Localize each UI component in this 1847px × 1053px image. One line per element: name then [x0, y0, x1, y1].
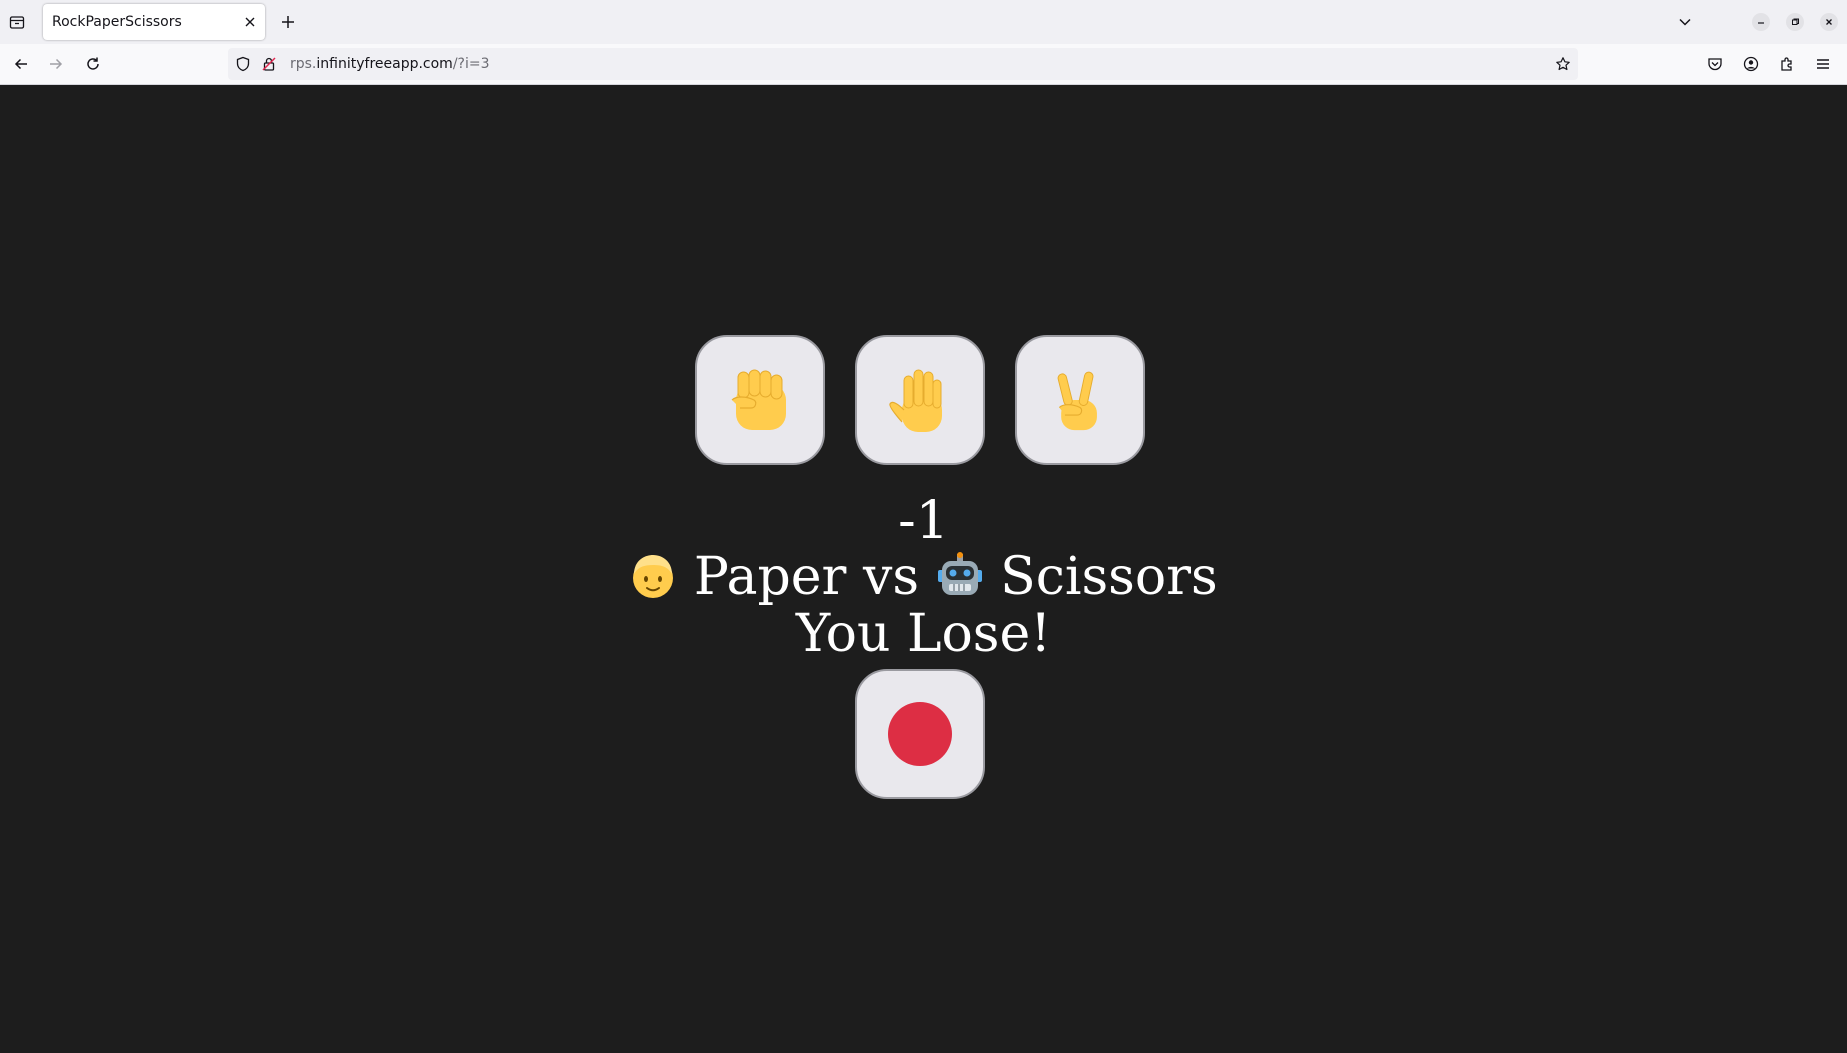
computer-choice: Scissors	[1000, 547, 1218, 607]
result-text: You Lose!	[795, 604, 1052, 664]
minimize-icon[interactable]	[1749, 10, 1773, 34]
insecure-lock-icon[interactable]	[260, 55, 278, 73]
active-tab[interactable]: RockPaperScissors	[43, 4, 265, 40]
player-choice: Paper	[693, 547, 847, 607]
rock-button[interactable]	[695, 335, 825, 465]
tab-list-icon[interactable]	[5, 10, 29, 34]
url-path: /?i=3	[452, 56, 490, 72]
url-host-main: infinityfreeapp.com	[316, 56, 453, 72]
score-display: -1	[898, 491, 949, 551]
scissors-button[interactable]	[1015, 335, 1145, 465]
url-bar[interactable]: rps.infinityfreeapp.com/?i=3	[228, 48, 1578, 80]
account-icon[interactable]	[1739, 52, 1763, 76]
tab-bar: RockPaperScissors	[0, 0, 1847, 44]
raised-hand-icon	[889, 369, 942, 432]
shield-icon[interactable]	[234, 55, 252, 73]
game-page: -1 Paper vs Scissors You Lose!	[0, 85, 1847, 1053]
reload-icon[interactable]	[81, 52, 105, 76]
red-circle-icon	[888, 702, 952, 766]
navigation-bar: rps.infinityfreeapp.com/?i=3	[0, 44, 1847, 85]
tab-close-icon[interactable]	[241, 13, 259, 31]
window-close-icon[interactable]	[1817, 10, 1841, 34]
extensions-icon[interactable]	[1775, 52, 1799, 76]
list-all-tabs-icon[interactable]	[1673, 10, 1697, 34]
victory-hand-icon	[1057, 371, 1097, 431]
pocket-icon[interactable]	[1703, 52, 1727, 76]
url-text[interactable]: rps.infinityfreeapp.com/?i=3	[290, 56, 490, 72]
raised-fist-icon	[731, 369, 786, 430]
new-tab-icon[interactable]	[276, 10, 300, 34]
robot-icon	[937, 552, 982, 595]
person-icon	[633, 555, 674, 598]
bookmark-star-icon[interactable]	[1554, 55, 1572, 73]
restore-icon[interactable]	[1783, 10, 1807, 34]
menu-icon[interactable]	[1811, 52, 1835, 76]
paper-button[interactable]	[855, 335, 985, 465]
play-again-button[interactable]	[855, 669, 985, 799]
versus-word: vs	[862, 547, 920, 607]
back-arrow-icon[interactable]	[9, 52, 33, 76]
matchup-line: Paper vs Scissors	[0, 548, 1847, 606]
tab-title: RockPaperScissors	[52, 14, 182, 30]
url-host-prefix: rps.	[290, 56, 317, 72]
forward-arrow-icon[interactable]	[44, 52, 68, 76]
